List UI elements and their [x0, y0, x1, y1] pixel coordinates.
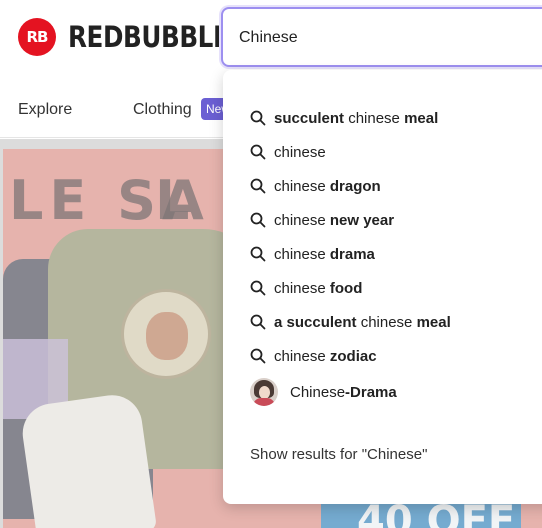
suggestion-plain-part: chinese	[274, 347, 330, 365]
search-icon	[250, 280, 266, 296]
suggestion-item[interactable]: chinese drama	[250, 244, 375, 264]
suggestion-bold-part: succulent	[274, 109, 345, 127]
nav-item-clothing[interactable]: Clothing	[133, 101, 192, 119]
suggestion-item[interactable]: succulent chinese meal	[250, 108, 438, 128]
suggestion-plain-part: chinese	[274, 245, 330, 263]
suggestion-item[interactable]: chinese	[250, 142, 326, 162]
suggestion-label: chinese	[274, 144, 326, 161]
profile-name-bold: -Drama	[345, 383, 397, 401]
suggestion-label: succulent chinese meal	[274, 110, 438, 127]
suggestion-item[interactable]: chinese new year	[250, 210, 394, 230]
avatar-shirt	[253, 398, 275, 406]
suggestion-label: chinese food	[274, 280, 362, 297]
suggestion-bold-part: new year	[329, 211, 395, 229]
nav-item-explore[interactable]: Explore	[18, 101, 72, 119]
suggestion-plain-part: chinese	[274, 177, 330, 195]
suggestion-plain-part: chinese	[274, 279, 330, 297]
profile-name-plain: Chinese	[290, 383, 346, 401]
suggestion-plain-part: chinese	[344, 109, 405, 127]
header: RB REDBUBBLE Chinese	[0, 0, 542, 78]
suggestion-item[interactable]: chinese food	[250, 278, 362, 298]
suggestion-label: a succulent chinese meal	[274, 314, 451, 331]
suggestion-label: chinese drama	[274, 246, 375, 263]
show-results-link[interactable]: Show results for "Chinese"	[250, 446, 427, 463]
search-icon	[250, 314, 266, 330]
suggestion-item[interactable]: chinese zodiac	[250, 346, 377, 366]
suggestion-label: chinese dragon	[274, 178, 381, 195]
suggestion-label: chinese new year	[274, 212, 394, 229]
logo-mark-text: RB	[26, 28, 49, 46]
search-input[interactable]: Chinese	[221, 7, 542, 67]
search-icon	[250, 348, 266, 364]
suggestion-bold-part: dragon	[329, 177, 381, 195]
logo-text: REDBUBBLE	[68, 20, 230, 54]
suggestion-bold-part: food	[329, 279, 363, 297]
suggestion-item[interactable]: chinese dragon	[250, 176, 381, 196]
search-icon	[250, 212, 266, 228]
suggestion-bold-part: zodiac	[329, 347, 377, 365]
logo-mark: RB	[18, 18, 56, 56]
suggestion-item[interactable]: a succulent chinese meal	[250, 312, 451, 332]
suggestion-bold-part: meal	[416, 313, 451, 331]
search-icon	[250, 144, 266, 160]
search-icon	[250, 110, 266, 126]
search-icon	[250, 178, 266, 194]
search-input-value[interactable]: Chinese	[239, 29, 298, 47]
search-suggestions-dropdown: succulent chinese meal chinese chinese dra…	[223, 70, 542, 504]
suggestion-bold-part: drama	[329, 245, 375, 263]
suggestion-bold-part: a succulent	[274, 313, 357, 331]
suggestion-plain-part: chinese	[274, 143, 326, 161]
suggestion-bold-part: meal	[404, 109, 439, 127]
suggestion-plain-part: chinese	[274, 211, 330, 229]
suggestion-label: chinese zodiac	[274, 348, 377, 365]
suggestion-plain-part: chinese	[356, 313, 417, 331]
search-icon	[250, 246, 266, 262]
suggestion-profile[interactable]: Chinese -Drama	[250, 378, 397, 406]
avatar	[250, 378, 278, 406]
